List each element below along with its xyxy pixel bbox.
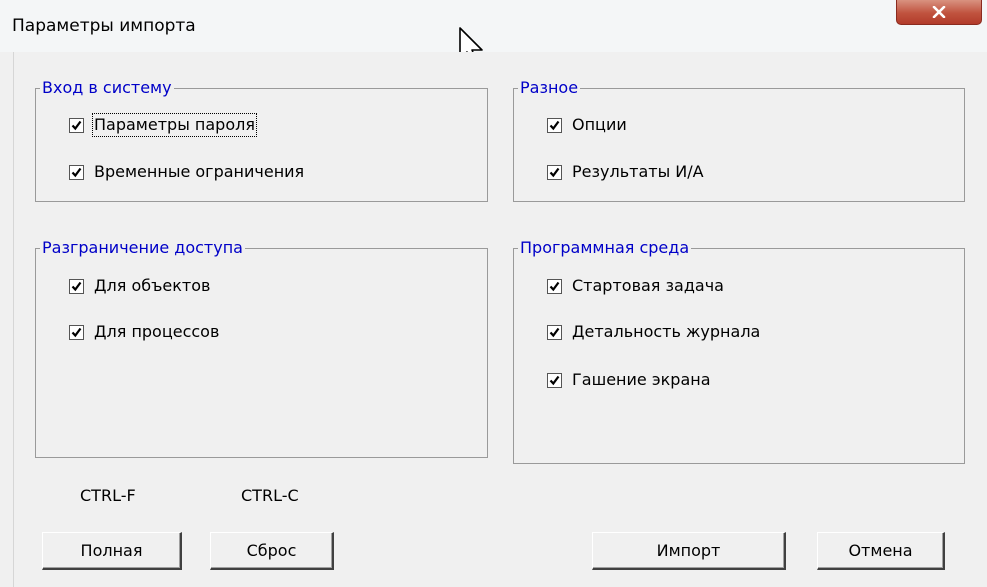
import-button[interactable]: Импорт <box>592 532 786 570</box>
window-title: Параметры импорта <box>12 16 196 36</box>
group-misc: Разное Опции Результаты И/А <box>513 78 965 202</box>
checkbox-label: Стартовая задача <box>572 276 724 295</box>
checkbox-label: Для процессов <box>94 322 220 341</box>
checkbox-box[interactable] <box>547 278 562 294</box>
checkmark-icon <box>549 327 560 337</box>
checkbox-options[interactable]: Опции <box>547 115 627 135</box>
checkbox-box[interactable] <box>547 117 562 133</box>
checkmark-icon <box>549 281 560 291</box>
shortcut-full-hint: CTRL-F <box>80 486 136 505</box>
group-misc-title: Разное <box>518 78 581 98</box>
checkmark-icon <box>71 167 82 177</box>
checkmark-icon <box>71 327 82 337</box>
checkbox-box[interactable] <box>69 164 84 180</box>
shortcut-reset-hint: CTRL-C <box>241 486 299 505</box>
checkbox-label: Для объектов <box>94 276 211 295</box>
checkbox-log-detail[interactable]: Детальность журнала <box>547 322 760 342</box>
close-button[interactable] <box>896 0 982 25</box>
group-access-title: Разграничение доступа <box>40 238 245 258</box>
checkbox-startup-task[interactable]: Стартовая задача <box>547 276 724 296</box>
checkbox-password-params[interactable]: Параметры пароля <box>69 113 257 137</box>
checkbox-label: Гашение экрана <box>572 370 711 389</box>
checkbox-label: Детальность журнала <box>572 322 761 341</box>
checkmark-icon <box>71 281 82 291</box>
checkbox-box[interactable] <box>69 324 84 340</box>
checkmark-icon <box>549 120 560 130</box>
close-icon <box>932 6 946 18</box>
group-login: Вход в систему Параметры пароля Временны… <box>35 78 488 202</box>
checkbox-screen-blanking[interactable]: Гашение экрана <box>547 370 711 390</box>
dialog-body: Вход в систему Параметры пароля Временны… <box>13 52 987 587</box>
reset-button[interactable]: Сброс <box>210 532 334 570</box>
cancel-button[interactable]: Отмена <box>817 532 945 570</box>
checkbox-for-objects[interactable]: Для объектов <box>69 276 210 296</box>
checkbox-label: Результаты И/А <box>572 162 704 181</box>
checkbox-label: Параметры пароля <box>92 113 257 137</box>
full-button[interactable]: Полная <box>42 532 182 570</box>
checkbox-label: Опции <box>572 115 627 134</box>
checkbox-time-restrictions[interactable]: Временные ограничения <box>69 162 304 182</box>
checkbox-box[interactable] <box>69 117 84 133</box>
group-access: Разграничение доступа Для объектов Для п… <box>35 238 488 458</box>
title-bar: Параметры импорта <box>0 0 987 65</box>
checkbox-for-processes[interactable]: Для процессов <box>69 322 219 342</box>
group-login-title: Вход в систему <box>40 78 174 98</box>
group-environment-title: Программная среда <box>518 238 692 258</box>
checkbox-box[interactable] <box>547 164 562 180</box>
checkmark-icon <box>71 120 82 130</box>
checkbox-label: Временные ограничения <box>94 162 305 181</box>
group-environment: Программная среда Стартовая задача Детал… <box>513 238 965 464</box>
checkbox-box[interactable] <box>547 372 562 388</box>
import-dialog: Параметры импорта Вход в систему Парамет… <box>0 0 987 587</box>
checkmark-icon <box>549 167 560 177</box>
checkbox-box[interactable] <box>547 324 562 340</box>
checkbox-ia-results[interactable]: Результаты И/А <box>547 162 704 182</box>
checkbox-box[interactable] <box>69 278 84 294</box>
checkmark-icon <box>549 375 560 385</box>
